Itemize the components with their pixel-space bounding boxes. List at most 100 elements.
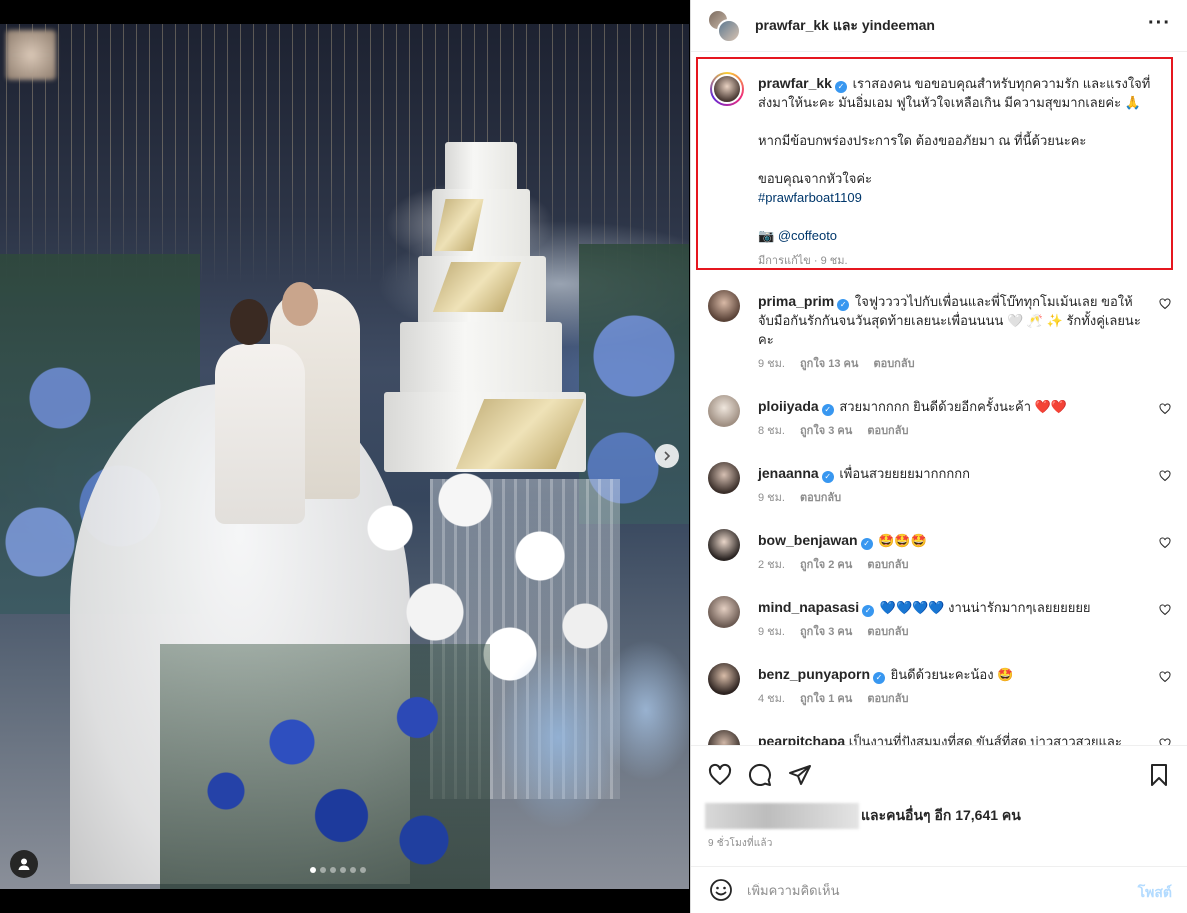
header-username-1[interactable]: prawfar_kk [755, 17, 829, 33]
post-photo[interactable] [0, 24, 689, 889]
comments-list[interactable]: prima_prim ✓ ใจฟูววววไปกับเพื่อนและพี่โบ๊… [691, 283, 1187, 745]
user-tag-icon-svg [18, 858, 30, 870]
heart-icon[interactable] [1159, 537, 1171, 549]
add-comment-bar: โพสต์ [691, 866, 1187, 913]
comment-body: jenaanna ✓ เพื่อนสวยยยยมากกกกก 9 ชม. ตอบก… [758, 464, 1148, 508]
heart-icon[interactable] [1159, 298, 1171, 310]
header-username-2[interactable]: yindeeman [862, 17, 935, 33]
comment-time: 2 ชม. [758, 559, 785, 571]
carousel-dot[interactable] [360, 867, 366, 873]
verified-badge-icon: ✓ [834, 81, 847, 93]
comment-username[interactable]: bow_benjawan [758, 532, 858, 548]
comment-time: 8 ชม. [758, 425, 785, 437]
bride-head [230, 299, 268, 345]
avatar[interactable] [708, 462, 740, 494]
avatar[interactable] [708, 663, 740, 695]
caption-hashtag[interactable]: #prawfarboat1109 [758, 188, 1158, 207]
comment-username[interactable]: pearpitchapa [758, 733, 845, 745]
reply-button[interactable]: ตอบกลับ [800, 492, 841, 504]
cake-tier [400, 322, 562, 394]
comment-meta: 9 ชม. ถูกใจ 13 คน ตอบกลับ [758, 355, 1148, 374]
comment-username[interactable]: mind_napasasi [758, 599, 859, 615]
comment-body: mind_napasasi ✓ 💙💙💙💙 งานน่ารักมากๆเลยยยยย… [758, 598, 1148, 642]
verified-badge-icon: ✓ [862, 605, 875, 617]
header-and: และ [832, 16, 858, 33]
comment-likes[interactable]: ถูกใจ 3 คน [800, 425, 852, 437]
carousel-dot[interactable] [350, 867, 356, 873]
avatar[interactable] [710, 72, 744, 106]
carousel-dot[interactable] [310, 867, 316, 873]
carousel-dots [310, 867, 366, 873]
carousel-dot[interactable] [330, 867, 336, 873]
comment-text: เพื่อนสวยยยยมากกกกก [839, 466, 970, 481]
caption-line-2: หากมีข้อบกพร่องประการใด ต้องขออภัยมา ณ ท… [758, 133, 1087, 148]
chevron-right-icon[interactable] [655, 444, 679, 468]
heart-icon[interactable] [1159, 604, 1171, 616]
avatar[interactable] [708, 395, 740, 427]
camera-icon: 📷 [758, 228, 775, 243]
comment-likes[interactable]: ถูกใจ 1 คน [800, 693, 852, 705]
avatar[interactable] [717, 18, 741, 43]
heart-icon[interactable] [1159, 671, 1171, 683]
caption-credit-mention[interactable]: @coffeoto [778, 228, 837, 243]
caption-username[interactable]: prawfar_kk [758, 75, 832, 91]
blurred-corner [6, 30, 56, 80]
comment-time: 9 ชม. [758, 626, 785, 638]
avatar[interactable] [708, 529, 740, 561]
comment-meta: 8 ชม. ถูกใจ 3 คน ตอบกลับ [758, 422, 1148, 441]
comment-input[interactable] [747, 882, 1117, 898]
comment-likes[interactable]: ถูกใจ 2 คน [800, 559, 852, 571]
comment-meta: 2 ชม. ถูกใจ 2 คน ตอบกลับ [758, 556, 1148, 575]
comment-likes[interactable]: ถูกใจ 13 คน [800, 358, 858, 370]
heart-icon[interactable] [708, 763, 732, 787]
comment-text: ยินดีด้วยนะคะน้อง 🤩 [890, 667, 1014, 682]
comment-body: pearpitchapa เป็นงานที่ปังสมมงที่สุด ขัน… [758, 732, 1148, 745]
carousel-dot[interactable] [340, 867, 346, 873]
carousel-dot[interactable] [320, 867, 326, 873]
comment-time: 4 ชม. [758, 693, 785, 705]
collab-avatars[interactable] [707, 8, 741, 43]
heart-icon[interactable] [1159, 470, 1171, 482]
post-header: prawfar_kk และ yindeeman ··· [691, 0, 1187, 52]
post-button[interactable]: โพสต์ [1138, 882, 1172, 904]
reply-button[interactable]: ตอบกลับ [867, 626, 908, 638]
comment-icon[interactable] [748, 763, 772, 787]
verified-badge-icon: ✓ [821, 471, 834, 483]
comment-username[interactable]: benz_punyaporn [758, 666, 870, 682]
comment-text: สวยมากกกก ยินดีด้วยอีกครั้งนะค้า ❤️❤️ [839, 399, 1067, 414]
reply-button[interactable]: ตอบกลับ [873, 358, 914, 370]
caption-line-3: ขอบคุณจากหัวใจค่ะ [758, 171, 873, 186]
heart-icon[interactable] [1159, 738, 1171, 745]
comment-body: prima_prim ✓ ใจฟูววววไปกับเพื่อนและพี่โบ๊… [758, 292, 1148, 374]
verified-badge-icon: ✓ [873, 672, 886, 684]
likes-count-text[interactable]: และคนอื่นๆ อีก 17,641 คน [861, 805, 1021, 827]
comment-username[interactable]: prima_prim [758, 293, 834, 309]
avatar[interactable] [708, 596, 740, 628]
reply-button[interactable]: ตอบกลับ [867, 425, 908, 437]
post-timestamp: 9 ชั่วโมงที่แล้ว [708, 838, 773, 849]
avatar[interactable] [708, 730, 740, 745]
post-panel: prawfar_kk และ yindeeman ··· prawfar_kk ✓… [690, 0, 1187, 913]
reply-button[interactable]: ตอบกลับ [867, 693, 908, 705]
send-icon[interactable] [788, 763, 812, 787]
butterfly-decoration [470, 614, 689, 889]
comment-meta: 4 ชม. ถูกใจ 1 คน ตอบกลับ [758, 690, 1148, 709]
comment-time: 9 ชม. [758, 358, 785, 370]
avatar[interactable] [708, 290, 740, 322]
bride [215, 344, 305, 524]
comment-body: ploiiyada ✓ สวยมากกกก ยินดีด้วยอีกครั้งนะ… [758, 397, 1148, 441]
comment-likes[interactable]: ถูกใจ 3 คน [800, 626, 852, 638]
comment-username[interactable]: ploiiyada [758, 398, 819, 414]
user-tag-icon[interactable] [10, 850, 38, 878]
cake-tier [445, 142, 517, 194]
likes-summary[interactable]: และคนอื่นๆ อีก 17,641 คน [705, 803, 1021, 829]
post-actions: และคนอื่นๆ อีก 17,641 คน 9 ชั่วโมงที่แล้… [691, 745, 1187, 885]
comment-time: 9 ชม. [758, 492, 785, 504]
heart-icon[interactable] [1159, 403, 1171, 415]
reply-button[interactable]: ตอบกลับ [867, 559, 908, 571]
emoji-icon[interactable] [709, 878, 733, 902]
bookmark-icon[interactable] [1147, 763, 1171, 787]
verified-badge-icon: ✓ [821, 404, 834, 416]
comment-username[interactable]: jenaanna [758, 465, 819, 481]
more-horizontal-icon[interactable]: ··· [1148, 13, 1171, 33]
